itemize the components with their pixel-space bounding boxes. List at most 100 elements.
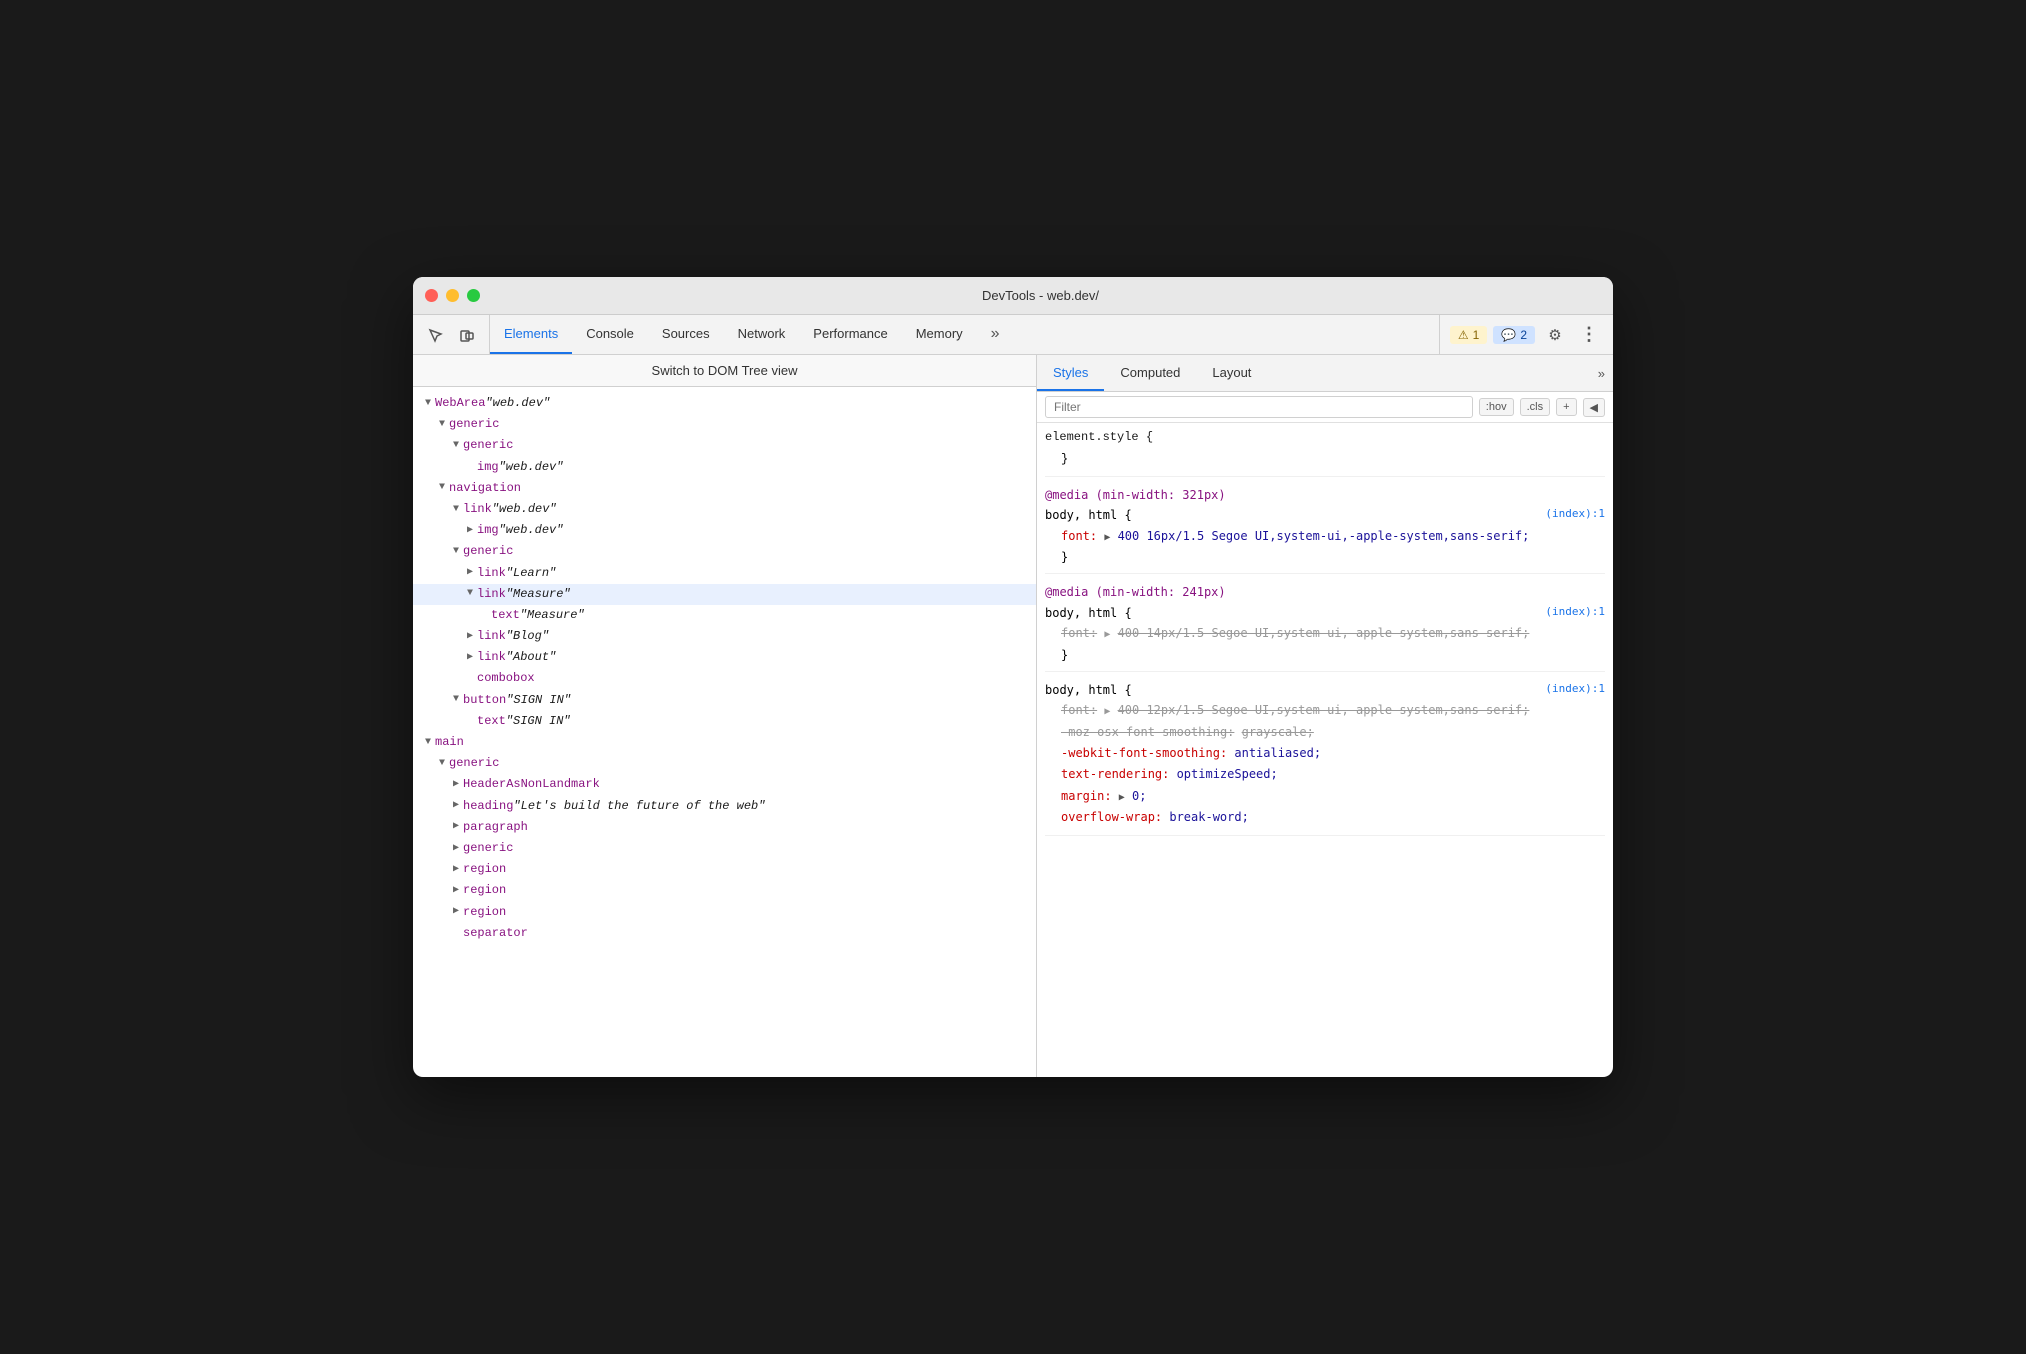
info-badge-button[interactable]: 💬 2 bbox=[1493, 326, 1535, 344]
node-tag: generic bbox=[449, 415, 499, 434]
tree-arrow: ▼ bbox=[421, 735, 435, 751]
tree-node-navigation[interactable]: ▼ navigation bbox=[413, 478, 1036, 499]
styles-filter-bar: :hov .cls + ◀ bbox=[1037, 392, 1613, 423]
tree-node-generic-3[interactable]: ▼ generic bbox=[413, 541, 1036, 562]
tree-node-img-1[interactable]: img "web.dev" bbox=[413, 457, 1036, 478]
tab-computed[interactable]: Computed bbox=[1104, 355, 1196, 391]
dom-breadcrumb: Switch to DOM Tree view bbox=[413, 355, 1036, 387]
tree-node-button-signin[interactable]: ▼ button "SIGN IN" bbox=[413, 690, 1036, 711]
tree-arrow: ▶ bbox=[449, 862, 463, 878]
hov-button[interactable]: :hov bbox=[1479, 398, 1514, 416]
tree-node-webarea[interactable]: ▼ WebArea "web.dev" bbox=[413, 393, 1036, 414]
tree-arrow: ▼ bbox=[449, 692, 463, 708]
node-tag: link bbox=[477, 627, 506, 646]
style-selector: body, html { bbox=[1045, 505, 1132, 525]
titlebar: DevTools - web.dev/ bbox=[413, 277, 1613, 315]
tree-arrow: ▶ bbox=[463, 629, 477, 645]
styles-content[interactable]: element.style { } @media (min-width: 321… bbox=[1037, 423, 1613, 1077]
style-property-close: } bbox=[1045, 547, 1605, 567]
tree-node-link-blog[interactable]: ▶ link "Blog" bbox=[413, 626, 1036, 647]
maximize-button[interactable] bbox=[467, 289, 480, 302]
tree-node-combobox[interactable]: combobox bbox=[413, 668, 1036, 689]
node-tag: text bbox=[491, 606, 520, 625]
tab-console[interactable]: Console bbox=[572, 315, 648, 354]
minimize-button[interactable] bbox=[446, 289, 459, 302]
node-tag: heading bbox=[463, 797, 513, 816]
more-options-button[interactable]: ⋮ bbox=[1575, 321, 1603, 349]
style-selector: body, html { bbox=[1045, 603, 1132, 623]
style-rule-media-241: @media (min-width: 241px) body, html { (… bbox=[1045, 582, 1605, 672]
node-tag: link bbox=[477, 648, 506, 667]
more-icon: ⋮ bbox=[1580, 324, 1598, 345]
style-rule-base: body, html { (index):1 font: ▶ 400 12px/… bbox=[1045, 680, 1605, 836]
node-tag: WebArea bbox=[435, 394, 485, 413]
tree-node-paragraph[interactable]: ▶ paragraph bbox=[413, 817, 1036, 838]
tree-node-header[interactable]: ▶ HeaderAsNonLandmark bbox=[413, 774, 1036, 795]
styles-tab-more[interactable]: » bbox=[1590, 355, 1613, 391]
node-tag: HeaderAsNonLandmark bbox=[463, 775, 600, 794]
tree-node-text-measure[interactable]: text "Measure" bbox=[413, 605, 1036, 626]
devtools-toolbar: Elements Console Sources Network Perform… bbox=[413, 315, 1613, 355]
tab-memory[interactable]: Memory bbox=[902, 315, 977, 354]
select-element-button[interactable] bbox=[421, 321, 449, 349]
tree-node-link-about[interactable]: ▶ link "About" bbox=[413, 647, 1036, 668]
tree-arrow: ▶ bbox=[449, 904, 463, 920]
tree-node-generic-main[interactable]: ▼ generic bbox=[413, 753, 1036, 774]
tab-elements[interactable]: Elements bbox=[490, 315, 572, 354]
tree-node-link-learn[interactable]: ▶ link "Learn" bbox=[413, 563, 1036, 584]
style-source-base[interactable]: (index):1 bbox=[1545, 680, 1605, 700]
tree-node-region-2[interactable]: ▶ region bbox=[413, 880, 1036, 901]
node-tag: link bbox=[463, 500, 492, 519]
tree-node-link-webdev[interactable]: ▼ link "web.dev" bbox=[413, 499, 1036, 520]
tree-node-generic-2[interactable]: ▼ generic bbox=[413, 435, 1036, 456]
tree-node-generic-4[interactable]: ▶ generic bbox=[413, 838, 1036, 859]
node-tag: img bbox=[477, 458, 499, 477]
devtools-window: DevTools - web.dev/ Elements Console bbox=[413, 277, 1613, 1077]
style-source[interactable]: (index):1 bbox=[1545, 505, 1605, 525]
dom-tree[interactable]: ▼ WebArea "web.dev" ▼ generic ▼ generic bbox=[413, 387, 1036, 1077]
add-style-button[interactable]: + bbox=[1556, 398, 1576, 416]
tab-performance[interactable]: Performance bbox=[799, 315, 901, 354]
style-property-overflow-wrap: overflow-wrap: break-word; bbox=[1045, 807, 1605, 828]
tree-node-text-signin[interactable]: text "SIGN IN" bbox=[413, 711, 1036, 732]
tree-node-region-3[interactable]: ▶ region bbox=[413, 902, 1036, 923]
titlebar-buttons bbox=[425, 289, 480, 302]
devtools-main: Switch to DOM Tree view ▼ WebArea "web.d… bbox=[413, 355, 1613, 1077]
tree-arrow: ▶ bbox=[449, 798, 463, 814]
style-rule-element: element.style { } bbox=[1045, 427, 1605, 477]
warning-badge-button[interactable]: ⚠ 1 bbox=[1450, 326, 1487, 344]
style-property-font-base: font: ▶ 400 12px/1.5 Segoe UI,system-ui,… bbox=[1045, 700, 1605, 721]
tree-node-link-measure[interactable]: ▼ link "Measure" bbox=[413, 584, 1036, 605]
node-tag: separator bbox=[463, 924, 528, 943]
settings-button[interactable]: ⚙ bbox=[1541, 321, 1569, 349]
node-tag: button bbox=[463, 691, 506, 710]
tree-node-img-webdev[interactable]: ▶ img "web.dev" bbox=[413, 520, 1036, 541]
device-emulation-button[interactable] bbox=[453, 321, 481, 349]
window-title: DevTools - web.dev/ bbox=[480, 288, 1601, 303]
tab-layout[interactable]: Layout bbox=[1196, 355, 1267, 391]
cls-button[interactable]: .cls bbox=[1520, 398, 1551, 416]
styles-filter-input[interactable] bbox=[1045, 396, 1473, 418]
style-source-241[interactable]: (index):1 bbox=[1545, 603, 1605, 623]
tree-node-main[interactable]: ▼ main bbox=[413, 732, 1036, 753]
tab-sources[interactable]: Sources bbox=[648, 315, 724, 354]
tree-node-heading[interactable]: ▶ heading "Let's build the future of the… bbox=[413, 796, 1036, 817]
toggle-sidebar-button[interactable]: ◀ bbox=[1583, 398, 1605, 417]
close-button[interactable] bbox=[425, 289, 438, 302]
dom-panel: Switch to DOM Tree view ▼ WebArea "web.d… bbox=[413, 355, 1037, 1077]
styles-panel: Styles Computed Layout » :hov .cls + ◀ bbox=[1037, 355, 1613, 1077]
tab-network[interactable]: Network bbox=[724, 315, 800, 354]
node-tag: img bbox=[477, 521, 499, 540]
tree-node-separator[interactable]: separator bbox=[413, 923, 1036, 944]
node-tag: generic bbox=[463, 839, 513, 858]
node-tag: main bbox=[435, 733, 464, 752]
style-property: } bbox=[1045, 449, 1605, 469]
tab-more[interactable]: » bbox=[977, 315, 1014, 354]
tree-node-region-1[interactable]: ▶ region bbox=[413, 859, 1036, 880]
toolbar-tabs: Elements Console Sources Network Perform… bbox=[490, 315, 1439, 354]
tree-arrow: ▼ bbox=[435, 417, 449, 433]
tree-node-generic-1[interactable]: ▼ generic bbox=[413, 414, 1036, 435]
tree-arrow: ▼ bbox=[449, 544, 463, 560]
tab-styles[interactable]: Styles bbox=[1037, 355, 1104, 391]
style-property-close: } bbox=[1045, 645, 1605, 665]
